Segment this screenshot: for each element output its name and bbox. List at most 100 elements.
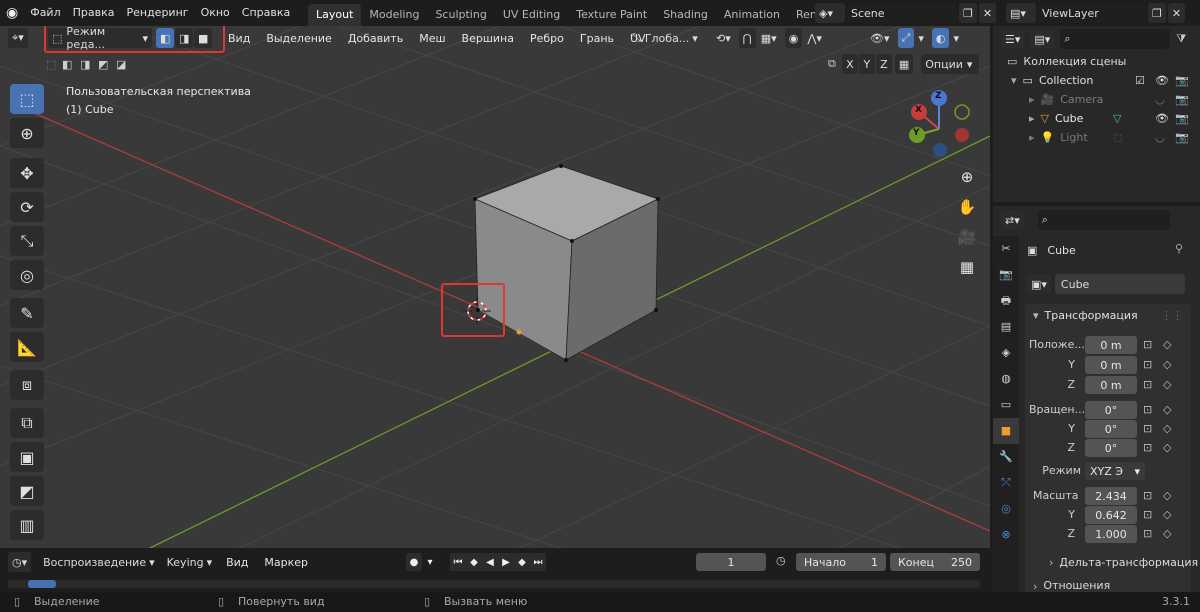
lock-icon[interactable]: ⊡ xyxy=(1143,489,1152,502)
scale-z-field[interactable]: 1.000 xyxy=(1085,525,1137,543)
delta-transform-header[interactable]: › Дельта-трансформация xyxy=(1049,556,1198,569)
eye-icon[interactable]: 👁 xyxy=(1155,112,1169,125)
mirror-icon[interactable]: ⧉ xyxy=(828,57,836,71)
object-datablock-icon[interactable]: ▣▾ xyxy=(1027,274,1051,294)
pan-hand-icon[interactable]: ✋ xyxy=(953,193,981,221)
view-layer-close-icon[interactable]: ✕ xyxy=(1167,3,1186,23)
options-dropdown[interactable]: Опции ▾ xyxy=(921,54,980,74)
tab-texture-paint[interactable]: Texture Paint xyxy=(568,4,655,26)
play-reverse-icon[interactable]: ◀ xyxy=(482,553,498,571)
snap-icon[interactable]: ⋂ xyxy=(738,28,756,48)
scene-name-field[interactable]: Scene xyxy=(847,3,957,23)
3d-viewport[interactable]: Z X Y ⌖▾ ⬚ Режим реда... ▾ ◧ ◨ ■ Вид Выд… xyxy=(0,26,990,548)
outliner-item-camera[interactable]: ▸ 🎥 Camera ◡ 📷 xyxy=(993,90,1200,109)
location-z-field[interactable]: 0 m xyxy=(1085,376,1137,394)
particles-tab-icon[interactable]: ⤲ xyxy=(993,470,1019,496)
keyframe-icon[interactable]: ◇ xyxy=(1163,527,1171,540)
select-subtract-icon[interactable]: ◨ xyxy=(80,58,98,71)
relations-header[interactable]: › Отношения xyxy=(1025,580,1191,592)
start-frame-field[interactable]: Начало 1 xyxy=(796,553,886,571)
checkbox-icon[interactable]: ☑ xyxy=(1135,74,1145,87)
location-y-field[interactable]: 0 m xyxy=(1085,356,1137,374)
tab-layout[interactable]: Layout xyxy=(308,4,362,26)
select-invert-icon[interactable]: ◩ xyxy=(98,58,116,71)
object-tab-icon[interactable]: ■ xyxy=(993,418,1019,444)
lock-icon[interactable]: ⊡ xyxy=(1143,441,1152,454)
scene-tab-icon[interactable]: ◈ xyxy=(993,340,1019,366)
prev-keyframe-icon[interactable]: ◆ xyxy=(466,553,482,571)
timeline-scrubber[interactable] xyxy=(8,580,980,588)
render-camera-icon[interactable]: 📷 xyxy=(1175,112,1189,125)
menu-add[interactable]: Добавить xyxy=(342,32,409,45)
tool-select-box[interactable]: ⬚ xyxy=(10,84,44,114)
tool-annotate[interactable]: ✎ xyxy=(10,298,44,328)
menu-file[interactable]: Файл xyxy=(24,0,66,26)
pivot-point-icon[interactable]: ⟲▾ xyxy=(712,28,735,48)
render-camera-icon[interactable]: 📷 xyxy=(1175,74,1189,87)
tab-animation[interactable]: Animation xyxy=(716,4,788,26)
constraints-tab-icon[interactable]: ⊗ xyxy=(993,522,1019,548)
menu-select[interactable]: Выделение xyxy=(260,32,338,45)
expand-arrow-icon[interactable]: ▸ xyxy=(1029,93,1035,106)
filter-icon[interactable]: ⧩ xyxy=(1176,32,1186,46)
tab-sculpting[interactable]: Sculpting xyxy=(427,4,494,26)
current-frame-field[interactable]: 1 xyxy=(696,553,766,571)
eye-icon[interactable]: 👁 xyxy=(1155,74,1169,87)
render-tab-icon[interactable]: 📷 xyxy=(993,262,1019,288)
transform-header[interactable]: ▾ Трансформация ⋮⋮ xyxy=(1025,304,1191,326)
record-icon[interactable]: ● xyxy=(406,553,422,571)
menu-view[interactable]: Вид xyxy=(222,32,256,45)
outliner-search-input[interactable]: ⌕ xyxy=(1060,29,1171,49)
clock-icon[interactable]: ◷ xyxy=(776,554,786,567)
view-layer-icon[interactable]: ▤▾ xyxy=(1006,3,1036,23)
tool-scale[interactable]: ⤡ xyxy=(10,226,44,256)
keyframe-icon[interactable]: ◇ xyxy=(1163,338,1171,351)
scene-copy-icon[interactable]: ❐ xyxy=(959,3,977,23)
mirror-x-button[interactable]: X xyxy=(841,54,858,74)
snap-target-icon[interactable]: ▦▾ xyxy=(757,28,781,48)
proportional-edit-icon[interactable]: ◉ xyxy=(784,28,803,48)
rotation-z-field[interactable]: 0° xyxy=(1085,439,1137,457)
view-layer-tab-icon[interactable]: ▤ xyxy=(993,314,1019,340)
expand-arrow-icon[interactable]: ▸ xyxy=(1029,131,1035,144)
properties-search-input[interactable]: ⌕ xyxy=(1037,210,1170,230)
jump-start-icon[interactable]: ⏮ xyxy=(450,553,466,571)
falloff-icon[interactable]: ⋀▾ xyxy=(803,28,826,48)
object-name-field[interactable]: Cube xyxy=(1054,274,1185,294)
select-intersect-icon[interactable]: ◪ xyxy=(116,58,134,71)
keyframe-icon[interactable]: ◇ xyxy=(1163,358,1171,371)
drag-handle-icon[interactable]: ⋮⋮ xyxy=(1161,309,1183,322)
expand-arrow-icon[interactable]: ▸ xyxy=(1029,112,1035,125)
tab-modeling[interactable]: Modeling xyxy=(361,4,427,26)
playhead[interactable] xyxy=(28,580,56,588)
keying-dropdown[interactable]: Keying ▾ xyxy=(163,552,216,572)
jump-end-icon[interactable]: ⏭ xyxy=(530,553,546,571)
tool-extrude[interactable]: ⧉ xyxy=(10,408,44,438)
mirror-z-button[interactable]: Z xyxy=(875,54,892,74)
render-camera-icon[interactable]: 📷 xyxy=(1175,93,1189,106)
output-tab-icon[interactable]: 🖶 xyxy=(993,288,1019,314)
render-camera-icon[interactable]: 📷 xyxy=(1175,131,1189,144)
lock-icon[interactable]: ⊡ xyxy=(1143,358,1152,371)
view-layer-copy-icon[interactable]: ❐ xyxy=(1148,3,1166,23)
menu-help[interactable]: Справка xyxy=(236,0,296,26)
collection-tab-icon[interactable]: ▭ xyxy=(993,392,1019,418)
menu-face[interactable]: Грань xyxy=(574,32,620,45)
lock-icon[interactable]: ⊡ xyxy=(1143,403,1152,416)
tab-uv-editing[interactable]: UV Editing xyxy=(495,4,568,26)
scale-y-field[interactable]: 0.642 xyxy=(1085,506,1137,524)
mesh-data-icon[interactable]: ▽ xyxy=(1113,112,1121,125)
properties-editor-icon[interactable]: ⇄▾ xyxy=(1001,210,1024,230)
select-extend-icon[interactable]: ◧ xyxy=(62,58,80,71)
expand-arrow-icon[interactable]: ▾ xyxy=(1011,74,1017,87)
menu-render[interactable]: Рендеринг xyxy=(120,0,194,26)
location-x-field[interactable]: 0 m xyxy=(1085,336,1137,354)
tool-cursor[interactable]: ⊕ xyxy=(10,118,44,148)
scene-close-icon[interactable]: ✕ xyxy=(978,3,997,23)
overlay-toggle-icon[interactable]: ◐ xyxy=(931,28,950,48)
modifier-tab-icon[interactable]: 🔧 xyxy=(993,444,1019,470)
zoom-icon[interactable]: ⊕ xyxy=(953,163,981,191)
rotation-x-field[interactable]: 0° xyxy=(1085,401,1137,419)
rotation-mode-dropdown[interactable]: XYZ Э ▾ xyxy=(1085,462,1145,480)
menu-edit[interactable]: Правка xyxy=(67,0,121,26)
